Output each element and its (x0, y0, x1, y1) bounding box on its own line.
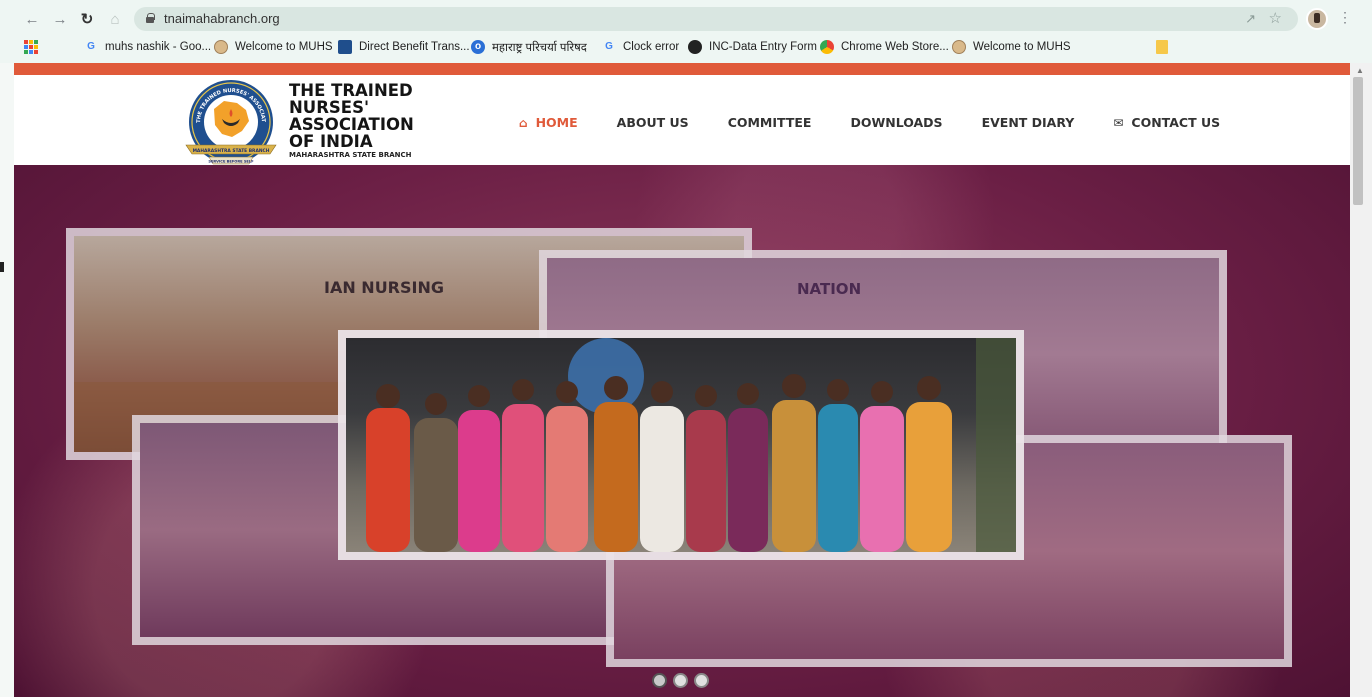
bookmark-label: Direct Benefit Trans... (359, 41, 470, 53)
photo-banner-text: IAN NURSING (324, 278, 444, 297)
bookmark-label: Chrome Web Store... (841, 41, 949, 53)
bookmark-label: INC-Data Entry Form (709, 41, 817, 53)
window-edge (0, 0, 14, 697)
url-text[interactable]: tnaimahabranch.org (164, 11, 280, 26)
website: THE TRAINED NURSES' ASSOCIATION OF INDIA… (14, 63, 1350, 697)
photo-banner-text: NATION (797, 280, 862, 298)
bookmark-item[interactable]: Welcome to MUHS (214, 38, 333, 56)
brand-line-1: THE TRAINED (289, 81, 413, 100)
menu-kebab-icon[interactable]: ⋮ (1338, 9, 1352, 26)
bookmark-item[interactable]: INC-Data Entry Form (688, 38, 817, 56)
slider-dot[interactable] (652, 673, 667, 688)
apps-grid-icon[interactable] (24, 40, 38, 54)
envelope-icon: ✉ (1113, 115, 1124, 130)
menu-item-downloads[interactable]: DOWNLOADS (850, 115, 942, 130)
menu-item-event-diary[interactable]: EVENT DIARY (982, 115, 1075, 130)
bookmark-item[interactable]: Chrome Web Store... (820, 38, 949, 56)
logo-motto-text: SERVICE BEFORE SELF (208, 160, 254, 164)
top-accent-bar (14, 63, 1350, 75)
menu-item-about-us[interactable]: ABOUT US (617, 115, 689, 130)
menu-item-label: COMMITTEE (727, 115, 812, 130)
home-icon: ⌂ (519, 115, 528, 130)
menu-item-contact-us[interactable]: ✉ CONTACT US (1113, 115, 1220, 130)
slider-dot[interactable] (694, 673, 709, 688)
muhs-icon (952, 40, 966, 54)
muhs-icon (214, 40, 228, 54)
menu-item-label: ABOUT US (616, 115, 689, 130)
site-header: THE TRAINED NURSES' ASSOCIATION OF INDIA… (14, 75, 1350, 165)
bookmark-label: muhs nashik - Goo... (105, 41, 212, 53)
reload-icon[interactable]: ↻ (77, 10, 97, 30)
dbt-icon (338, 40, 352, 54)
tnai-logo[interactable]: THE TRAINED NURSES' ASSOCIATION OF INDIA… (182, 79, 280, 167)
bookmark-item[interactable]: G Clock error (602, 38, 679, 56)
bookmark-star-icon[interactable]: ☆ (1269, 9, 1282, 27)
main-menu: ⌂ HOME ABOUT US COMMITTEE DOWNLOADS EVEN… (519, 115, 1259, 130)
bookmark-label: Welcome to MUHS (235, 41, 333, 53)
menu-item-label: EVENT DIARY (981, 115, 1075, 130)
slider-pagination (652, 673, 709, 688)
brand-subtitle: MAHARASHTRA STATE BRANCH (289, 151, 412, 159)
group-photo (366, 338, 1016, 552)
bookmark-item[interactable]: o महाराष्ट्र परिचर्या परिषद (471, 38, 587, 56)
bookmarks-bar: Gmuhs nashik - Goo... Welcome to MUHS Di… (14, 36, 1354, 58)
menu-item-label: DOWNLOADS (850, 115, 943, 130)
brand-name[interactable]: THE TRAINED NURSES' ASSOCIATION OF INDIA… (289, 82, 429, 159)
globe-icon (688, 40, 702, 54)
lock-icon (146, 13, 155, 23)
menu-item-label: HOME (535, 115, 578, 130)
share-icon[interactable]: ↗ (1245, 11, 1256, 27)
slider-dot[interactable] (673, 673, 688, 688)
google-icon: G (87, 41, 95, 52)
brand-line-3: ASSOCIATION (289, 115, 414, 134)
forward-icon[interactable]: → (50, 10, 70, 30)
scrollbar-thumb[interactable] (1353, 77, 1363, 205)
address-bar[interactable]: tnaimahabranch.org ↗ ☆ (134, 7, 1298, 31)
menu-item-label: CONTACT US (1131, 115, 1221, 130)
mnc-icon: o (471, 40, 485, 54)
google-icon: G (605, 41, 613, 52)
bookmark-item[interactable]: Direct Benefit Trans... (338, 38, 470, 56)
browser-chrome: ← → ↻ ⌂ tnaimahabranch.org ↗ ☆ ⋮ Gmuhs n… (0, 0, 1372, 63)
brand-line-4: OF INDIA (289, 132, 373, 151)
slide-photo-main (338, 330, 1024, 560)
bookmark-label: महाराष्ट्र परिचर्या परिषद (492, 41, 587, 54)
bookmark-label: Clock error (623, 41, 680, 53)
menu-item-committee[interactable]: COMMITTEE (728, 115, 812, 130)
menu-item-home[interactable]: ⌂ HOME (519, 115, 578, 130)
scroll-up-icon[interactable]: ▲ (1356, 66, 1364, 75)
bookmark-label: Welcome to MUHS (973, 41, 1071, 53)
page-scrollbar[interactable]: ▲ (1350, 63, 1372, 697)
bookmark-item[interactable]: Welcome to MUHS (952, 38, 1071, 56)
back-icon[interactable]: ← (22, 10, 42, 30)
home-button-icon[interactable]: ⌂ (105, 10, 125, 30)
chrome-web-store-icon (820, 40, 834, 54)
logo-banner-text: MAHARASHTRA STATE BRANCH (193, 148, 270, 154)
hero-slider[interactable]: IAN NURSING NATION (14, 165, 1350, 697)
bookmark-item[interactable]: Gmuhs nashik - Goo... (84, 38, 211, 56)
bookmark-folder-icon[interactable] (1156, 40, 1168, 54)
profile-avatar[interactable] (1306, 8, 1328, 30)
brand-line-2: NURSES' (289, 98, 370, 117)
